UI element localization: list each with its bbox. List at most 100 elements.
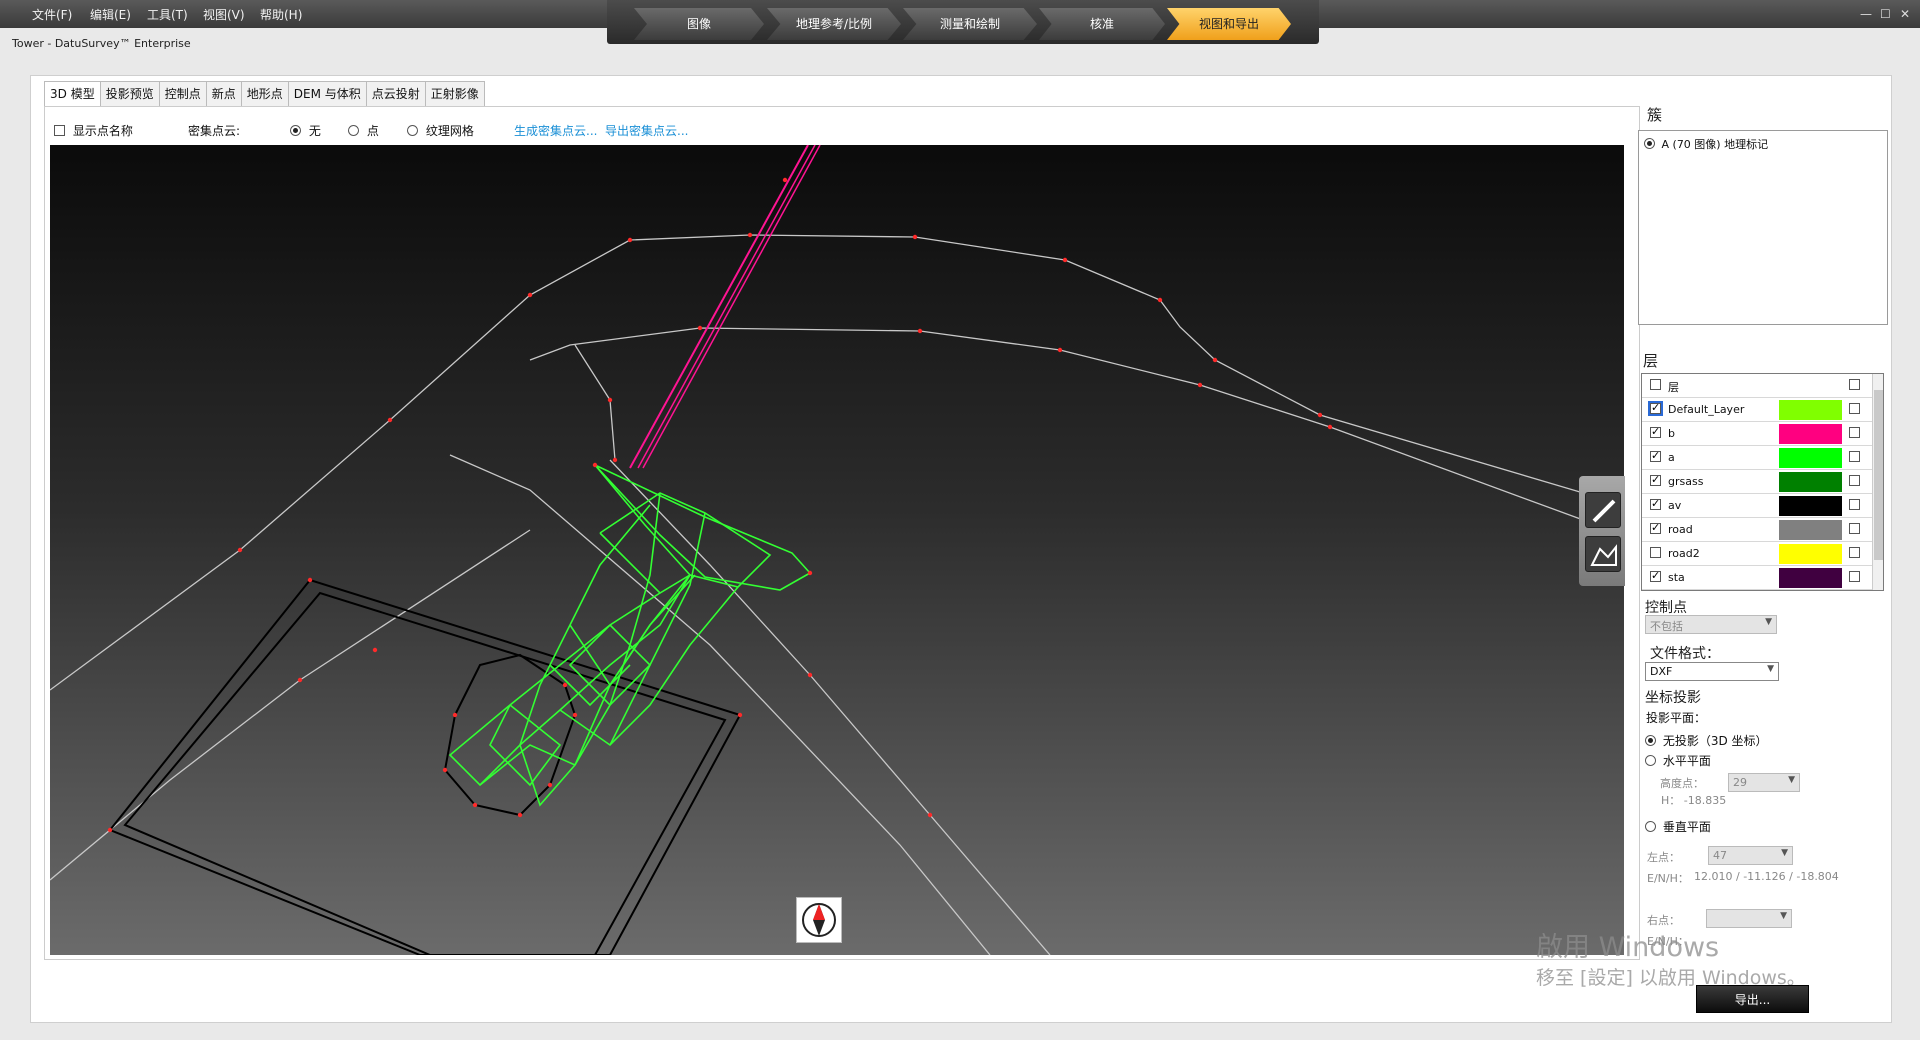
layer-row[interactable]: grsass bbox=[1642, 470, 1872, 494]
road-edge-diagonal-2 bbox=[449, 454, 991, 955]
layer-header-checkbox[interactable] bbox=[1849, 379, 1860, 390]
cluster-radio[interactable] bbox=[1644, 138, 1655, 149]
layer-visible-checkbox[interactable] bbox=[1650, 521, 1661, 534]
tab-dem-volume[interactable]: DEM 与体积 bbox=[287, 81, 367, 106]
layer-visible-checkbox[interactable] bbox=[1650, 569, 1661, 582]
radio-vertical-plane[interactable] bbox=[1645, 821, 1656, 832]
3d-viewport[interactable] bbox=[50, 145, 1624, 955]
tab-orthophoto[interactable]: 正射影像 bbox=[424, 81, 485, 106]
horizontal-plane-option[interactable]: 水平平面 bbox=[1645, 752, 1711, 769]
tab-point-cloud-projection[interactable]: 点云投射 bbox=[365, 81, 426, 106]
workflow-step-approve[interactable]: 核准 bbox=[1039, 8, 1165, 40]
layer-title: 层 bbox=[1643, 352, 1659, 370]
layer-lock-checkbox[interactable] bbox=[1849, 451, 1860, 462]
terrain-icon[interactable] bbox=[1585, 536, 1621, 572]
layer-visible-checkbox[interactable] bbox=[1650, 449, 1661, 462]
layer-lock-checkbox[interactable] bbox=[1849, 475, 1860, 486]
workflow-step-measure[interactable]: 测量和绘制 bbox=[903, 8, 1037, 40]
radio-vertical-plane-label: 垂直平面 bbox=[1662, 820, 1711, 834]
radio-none[interactable] bbox=[290, 125, 301, 136]
height-point-select: 29 ▼ bbox=[1728, 773, 1800, 792]
layer-row[interactable]: Default_Layer bbox=[1642, 398, 1872, 422]
dense-cloud-points-option[interactable]: 点 bbox=[348, 122, 379, 139]
layer-row[interactable]: sta bbox=[1642, 566, 1872, 590]
layer-lock-checkbox[interactable] bbox=[1849, 427, 1860, 438]
layer-name: b bbox=[1668, 427, 1675, 440]
no-projection-option[interactable]: 无投影（3D 坐标） bbox=[1645, 732, 1768, 749]
layer-color-swatch[interactable] bbox=[1779, 544, 1842, 564]
layer-color-swatch[interactable] bbox=[1779, 472, 1842, 492]
layer-lock-checkbox[interactable] bbox=[1849, 571, 1860, 582]
layer-row[interactable]: road2 bbox=[1642, 542, 1872, 566]
workflow-step-georef[interactable]: 地理参考/比例 bbox=[767, 8, 901, 40]
road-outline-outer bbox=[50, 234, 1624, 691]
generate-dense-cloud-link[interactable]: 生成密集点云... bbox=[514, 122, 597, 139]
road-link bbox=[574, 344, 616, 461]
menu-view[interactable]: 视图(V) bbox=[203, 6, 245, 23]
tab-terrain-points[interactable]: 地形点 bbox=[240, 81, 289, 106]
control-points-title: 控制点 bbox=[1645, 600, 1687, 616]
restore-icon[interactable]: ☐ bbox=[1880, 7, 1891, 21]
layer-header-row: 层 bbox=[1642, 374, 1872, 398]
layer-visible-checkbox[interactable] bbox=[1650, 425, 1661, 438]
layer-row[interactable]: road bbox=[1642, 518, 1872, 542]
layer-color-swatch[interactable] bbox=[1779, 496, 1842, 516]
tab-control-points[interactable]: 控制点 bbox=[158, 81, 207, 106]
view-tools-panel bbox=[1579, 476, 1625, 586]
radio-points-label: 点 bbox=[366, 124, 379, 138]
enh-label: E/N/H： bbox=[1647, 872, 1689, 885]
layer-row[interactable]: b bbox=[1642, 422, 1872, 446]
layer-row[interactable]: av bbox=[1642, 494, 1872, 518]
layer-visible-checkbox[interactable] bbox=[1650, 497, 1661, 510]
layer-color-swatch[interactable] bbox=[1779, 520, 1842, 540]
layer-select-all-checkbox[interactable] bbox=[1650, 379, 1661, 390]
vertical-plane-option[interactable]: 垂直平面 bbox=[1645, 818, 1711, 835]
minimize-icon[interactable]: — bbox=[1860, 7, 1872, 21]
export-button[interactable]: 导出... bbox=[1696, 985, 1809, 1013]
tab-new-points[interactable]: 新点 bbox=[205, 81, 242, 106]
close-icon[interactable]: ✕ bbox=[1900, 7, 1910, 21]
radio-no-projection[interactable] bbox=[1645, 735, 1656, 746]
compass-icon[interactable] bbox=[796, 897, 842, 943]
export-dense-cloud-link[interactable]: 导出密集点云... bbox=[605, 122, 688, 139]
radio-horizontal-plane[interactable] bbox=[1645, 755, 1656, 766]
layer-color-swatch[interactable] bbox=[1779, 568, 1842, 588]
show-point-names-label: 显示点名称 bbox=[72, 124, 133, 138]
radio-none-label: 无 bbox=[308, 124, 321, 138]
layer-scrollbar[interactable] bbox=[1872, 374, 1883, 590]
file-format-select[interactable]: DXF ▼ bbox=[1645, 662, 1779, 681]
dense-cloud-mesh-option[interactable]: 纹理网格 bbox=[407, 122, 474, 139]
tab-projection-preview[interactable]: 投影预览 bbox=[99, 81, 160, 106]
layer-row[interactable]: a bbox=[1642, 446, 1872, 470]
layer-lock-checkbox[interactable] bbox=[1849, 499, 1860, 510]
dense-cloud-none-option[interactable]: 无 bbox=[290, 122, 321, 139]
conductor-line-1 bbox=[629, 145, 809, 469]
radio-horizontal-plane-label: 水平平面 bbox=[1662, 754, 1711, 768]
show-point-names-option[interactable]: 显示点名称 bbox=[54, 122, 133, 139]
radio-textured-mesh[interactable] bbox=[407, 125, 418, 136]
workflow-step-images[interactable]: 图像 bbox=[634, 8, 764, 40]
layer-lock-checkbox[interactable] bbox=[1849, 523, 1860, 534]
menu-help[interactable]: 帮助(H) bbox=[260, 6, 302, 23]
layer-visible-checkbox[interactable] bbox=[1650, 473, 1661, 486]
layer-visible-checkbox[interactable] bbox=[1648, 401, 1663, 416]
menu-file[interactable]: 文件(F) bbox=[32, 6, 72, 23]
layer-color-swatch[interactable] bbox=[1779, 400, 1842, 420]
show-point-names-checkbox[interactable] bbox=[54, 125, 65, 136]
file-format-label: 文件格式： bbox=[1650, 646, 1720, 662]
layer-color-swatch[interactable] bbox=[1779, 424, 1842, 444]
height-point-value: 29 bbox=[1733, 776, 1747, 789]
pencil-icon[interactable] bbox=[1585, 492, 1621, 528]
layer-visible-checkbox[interactable] bbox=[1650, 547, 1661, 558]
tab-3d-model[interactable]: 3D 模型 bbox=[44, 81, 101, 107]
radio-points[interactable] bbox=[348, 125, 359, 136]
cluster-item[interactable]: A (70 图像) 地理标记 bbox=[1644, 136, 1768, 152]
layer-lock-checkbox[interactable] bbox=[1849, 403, 1860, 414]
layer-lock-checkbox[interactable] bbox=[1849, 547, 1860, 558]
projection-plane-label: 投影平面： bbox=[1646, 711, 1707, 725]
layer-color-swatch[interactable] bbox=[1779, 448, 1842, 468]
workflow-step-view-export[interactable]: 视图和导出 bbox=[1167, 8, 1291, 40]
menu-tools[interactable]: 工具(T) bbox=[147, 6, 188, 23]
layer-name: a bbox=[1668, 451, 1675, 464]
menu-edit[interactable]: 编辑(E) bbox=[90, 6, 131, 23]
